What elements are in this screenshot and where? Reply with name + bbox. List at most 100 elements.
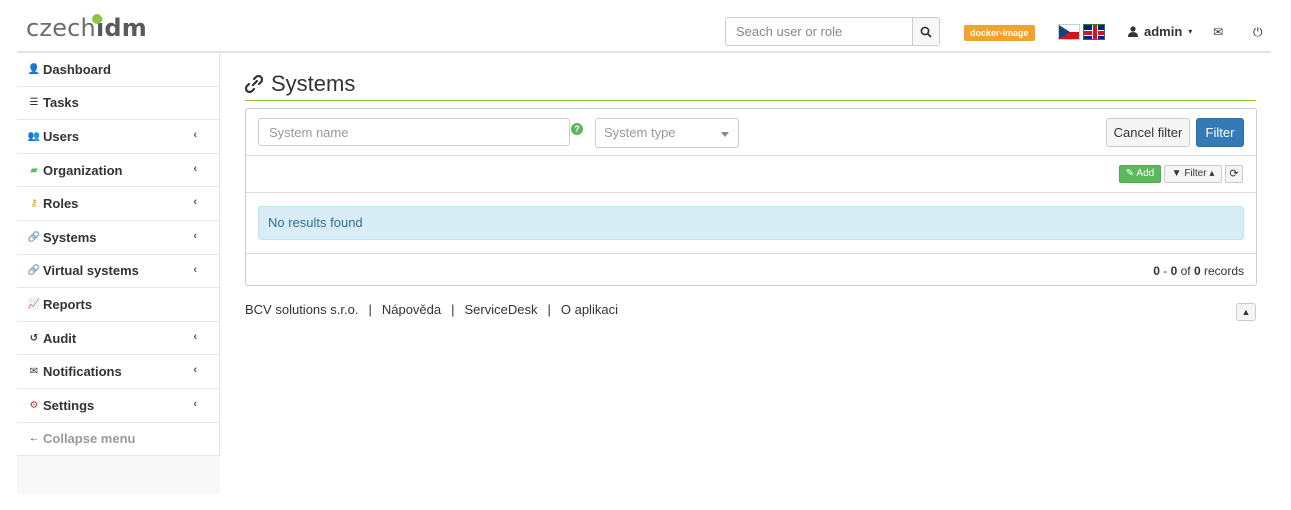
gear-icon: ⚙ bbox=[29, 399, 39, 411]
sidebar-item-reports[interactable]: 📈 Reports bbox=[17, 288, 219, 322]
question-icon[interactable]: ? bbox=[571, 123, 583, 135]
chart-icon: 📈 bbox=[27, 298, 41, 310]
sidebar-item-tasks[interactable]: ☰ Tasks bbox=[17, 87, 219, 121]
funnel-icon: ▼ bbox=[1171, 168, 1182, 179]
flag-en-icon[interactable] bbox=[1083, 24, 1105, 40]
add-button-label: Add bbox=[1136, 168, 1155, 179]
footer-link-help[interactable]: Nápověda bbox=[382, 302, 441, 317]
sidebar-item-label: Notifications bbox=[43, 364, 122, 380]
system-type-select[interactable]: System type bbox=[595, 118, 739, 148]
sidebar-item-virtual-systems[interactable]: 🔗 Virtual systems ‹ bbox=[17, 255, 219, 289]
chevron-left-icon: ‹ bbox=[193, 196, 197, 209]
refresh-icon: ⟳ bbox=[1229, 168, 1239, 180]
sidebar-item-organization[interactable]: ▰ Organization ‹ bbox=[17, 154, 219, 188]
sidebar-item-label: Organization bbox=[43, 162, 123, 178]
page-title-text: Systems bbox=[271, 70, 356, 96]
sidebar-item-collapse-menu[interactable]: ← Collapse menu bbox=[17, 423, 219, 457]
systems-panel: ? System type Cancel filter Filter ✎ Add… bbox=[245, 108, 1257, 286]
history-icon: ↺ bbox=[29, 332, 39, 344]
footer-link-about[interactable]: O aplikaci bbox=[561, 302, 618, 317]
power-icon[interactable]: ⏻ bbox=[1253, 25, 1263, 40]
table-toolbar: ✎ Add ▼ Filter ▴ ⟳ bbox=[246, 156, 1256, 193]
caret-down-icon bbox=[721, 132, 729, 137]
records-from: 0 bbox=[1153, 264, 1160, 278]
refresh-button[interactable]: ⟳ bbox=[1225, 165, 1243, 183]
sidebar-item-label: Tasks bbox=[43, 95, 79, 111]
chevron-left-icon: ‹ bbox=[193, 364, 197, 377]
filter-row: ? System type Cancel filter Filter bbox=[246, 109, 1256, 156]
environment-badge: docker-image bbox=[964, 25, 1035, 41]
cancel-filter-button[interactable]: Cancel filter bbox=[1106, 118, 1190, 147]
chevron-left-icon: ‹ bbox=[193, 229, 197, 242]
app-logo[interactable]: czechidm bbox=[26, 14, 147, 42]
user-menu[interactable]: admin ▾ bbox=[1128, 24, 1192, 39]
sidebar-item-label: Roles bbox=[43, 196, 79, 212]
flag-cz-icon[interactable] bbox=[1058, 24, 1080, 40]
add-button[interactable]: ✎ Add bbox=[1119, 165, 1161, 183]
records-suffix: records bbox=[1203, 264, 1244, 278]
scroll-to-top-button[interactable]: ▲ bbox=[1236, 303, 1256, 321]
envelope-icon: ✉ bbox=[29, 366, 39, 378]
system-name-input[interactable] bbox=[258, 118, 570, 146]
chevron-left-icon: ‹ bbox=[193, 397, 197, 410]
chevron-down-icon: ▾ bbox=[1188, 27, 1193, 36]
records-count: 0 - 0 of 0 records bbox=[1153, 264, 1244, 278]
logo-dot bbox=[92, 14, 102, 24]
sidebar-item-audit[interactable]: ↺ Audit ‹ bbox=[17, 322, 219, 356]
global-search bbox=[725, 17, 940, 46]
chevron-left-icon: ‹ bbox=[193, 162, 197, 175]
app-root: czechidm docker-image admin ▾ ✉ ⏻ 👤 Dash… bbox=[17, 0, 1271, 494]
sidebar-item-dashboard[interactable]: 👤 Dashboard bbox=[17, 53, 219, 87]
key-icon: ⚷ bbox=[30, 198, 38, 210]
page-footer: BCV solutions s.r.o. | Nápověda | Servic… bbox=[245, 302, 618, 317]
chevron-left-icon: ‹ bbox=[193, 330, 197, 343]
logo-light-text: czech bbox=[26, 14, 96, 42]
user-name: admin bbox=[1144, 24, 1183, 39]
system-type-placeholder: System type bbox=[604, 125, 676, 140]
records-total: 0 bbox=[1193, 264, 1201, 278]
footer-separator: | bbox=[451, 302, 455, 317]
link-icon bbox=[245, 74, 263, 93]
footer-link-servicedesk[interactable]: ServiceDesk bbox=[465, 302, 538, 317]
sidebar-item-notifications[interactable]: ✉ Notifications ‹ bbox=[17, 355, 219, 389]
records-to: 0 bbox=[1170, 264, 1178, 278]
chevron-left-icon: ‹ bbox=[193, 263, 197, 276]
sidebar-item-label: Users bbox=[43, 128, 80, 144]
users-icon: 👥 bbox=[27, 130, 41, 142]
no-results-alert: No results found bbox=[258, 206, 1244, 240]
sidebar-item-label: Reports bbox=[43, 296, 93, 312]
footer-link-company[interactable]: BCV solutions s.r.o. bbox=[245, 302, 358, 317]
user-icon: 👤 bbox=[27, 63, 41, 75]
pencil-icon: ✎ bbox=[1125, 168, 1135, 179]
sidebar-item-roles[interactable]: ⚷ Roles ‹ bbox=[17, 187, 219, 221]
sidebar-item-label: Collapse menu bbox=[43, 431, 136, 447]
top-header: czechidm docker-image admin ▾ ✉ ⏻ bbox=[17, 0, 1271, 53]
sidebar-item-users[interactable]: 👥 Users ‹ bbox=[17, 120, 219, 154]
arrow-left-icon: ← bbox=[29, 433, 39, 445]
global-search-input[interactable] bbox=[726, 18, 912, 45]
pagination-row: 0 - 0 of 0 records bbox=[246, 253, 1256, 286]
chevron-up-icon: ▲ bbox=[1241, 307, 1251, 317]
sidebar-item-settings[interactable]: ⚙ Settings ‹ bbox=[17, 389, 219, 423]
sidebar: 👤 Dashboard ☰ Tasks 👥 Users ‹ ▰ Organiza… bbox=[17, 53, 220, 494]
filter-toggle-label: Filter bbox=[1184, 168, 1207, 179]
link-icon: 🔗 bbox=[27, 265, 41, 277]
envelope-icon[interactable]: ✉ bbox=[1213, 25, 1223, 39]
sidebar-item-label: Virtual systems bbox=[43, 263, 139, 279]
logo-bold-text: idm bbox=[95, 14, 147, 42]
link-icon: 🔗 bbox=[27, 231, 41, 243]
sidebar-item-label: Systems bbox=[43, 229, 97, 245]
chevron-left-icon: ‹ bbox=[193, 129, 197, 142]
sidebar-item-systems[interactable]: 🔗 Systems ‹ bbox=[17, 221, 219, 255]
filter-toggle-button[interactable]: ▼ Filter ▴ bbox=[1164, 165, 1222, 183]
caret-up-icon: ▴ bbox=[1209, 168, 1215, 179]
user-icon bbox=[1128, 26, 1138, 37]
search-icon bbox=[920, 26, 932, 38]
sidebar-item-label: Dashboard bbox=[43, 61, 111, 77]
global-search-button[interactable] bbox=[912, 18, 939, 45]
footer-separator: | bbox=[547, 302, 551, 317]
sidebar-footer-area bbox=[17, 456, 220, 494]
sidebar-item-label: Audit bbox=[43, 330, 77, 346]
page-title: Systems bbox=[245, 67, 1256, 101]
filter-button[interactable]: Filter bbox=[1196, 118, 1244, 147]
